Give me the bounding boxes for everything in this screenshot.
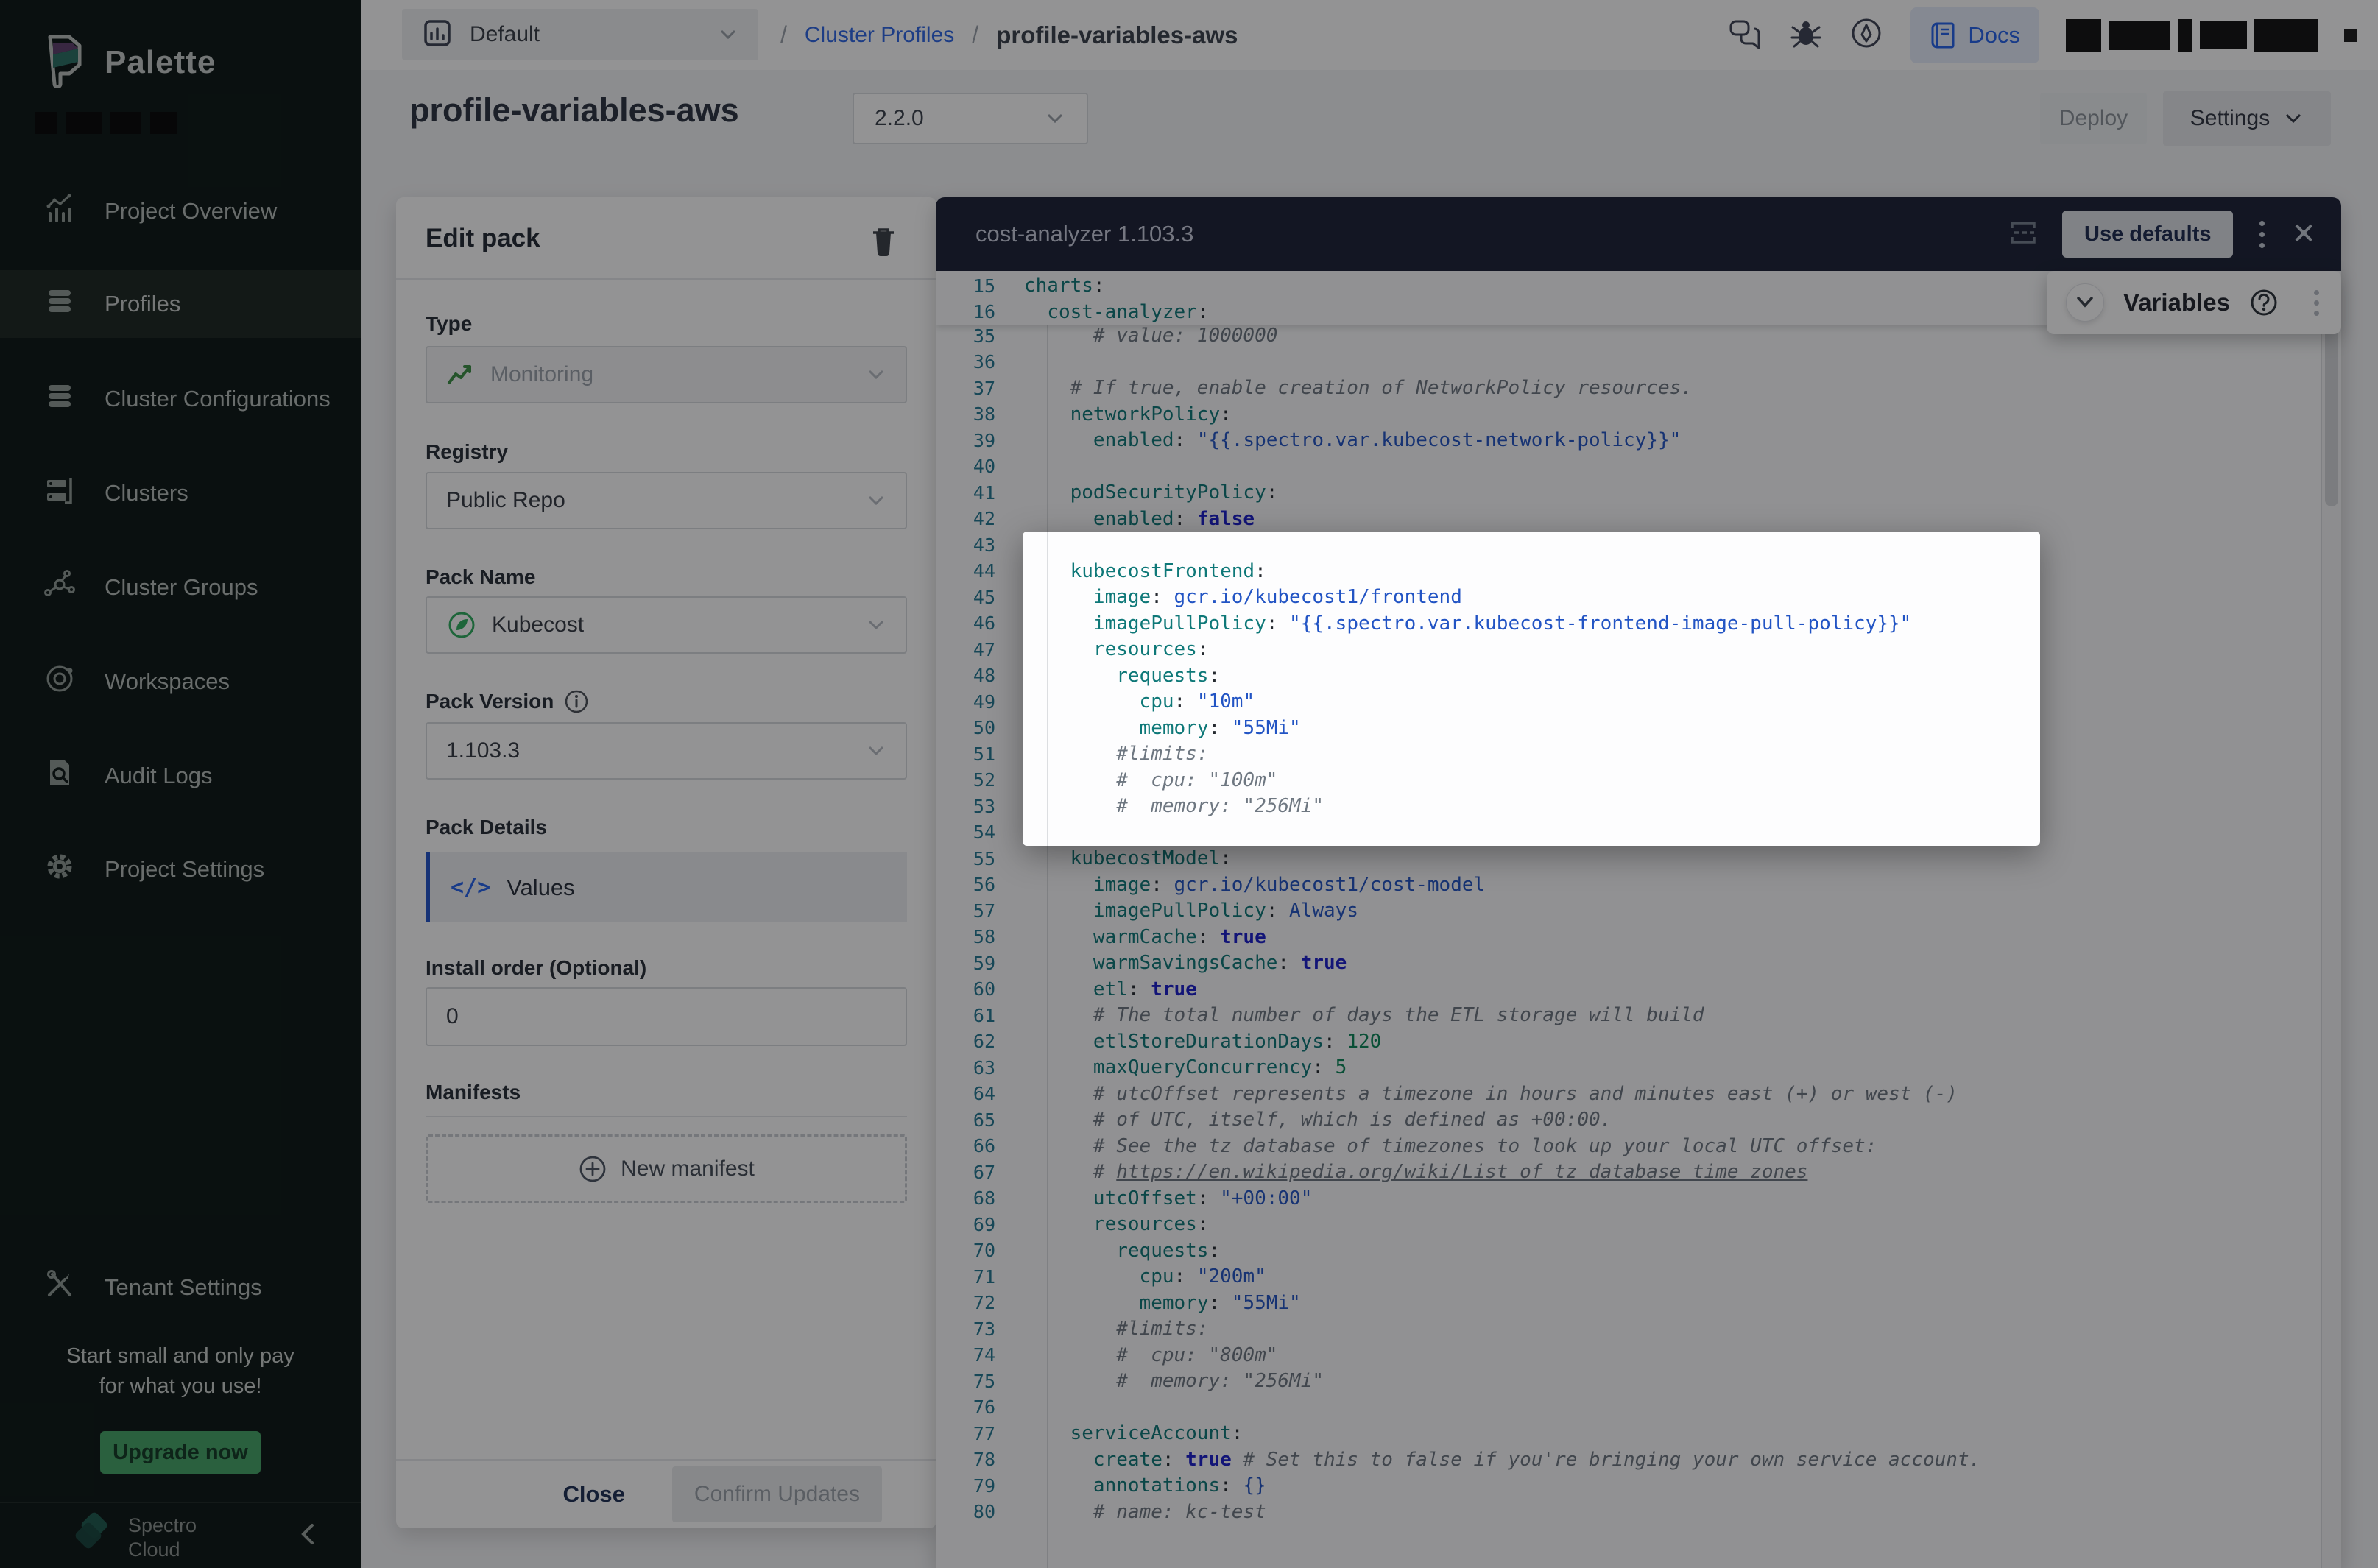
app-screen: Palette Project OverviewProfilesCluster … — [0, 0, 2378, 1568]
code-line: 44 kubecostFrontend: — [1023, 558, 2040, 585]
code-line: 46 imagePullPolicy: "{{.spectro.var.kube… — [1023, 610, 2040, 637]
code-line: 47 resources: — [1023, 636, 2040, 663]
code-line: 51 #limits: — [1023, 741, 2040, 767]
code-line: 49 cpu: "10m" — [1023, 688, 2040, 715]
code-line: 43 — [1023, 532, 2040, 558]
code-line: 54 — [1023, 819, 2040, 846]
code-line: 50 memory: "55Mi" — [1023, 715, 2040, 741]
code-line: 48 requests: — [1023, 663, 2040, 689]
code-line: 52 # cpu: "100m" — [1023, 767, 2040, 794]
code-line: 55 kubecostModel: — [1023, 845, 2040, 846]
code-line: 45 image: gcr.io/kubecost1/frontend — [1023, 584, 2040, 610]
code-line: 53 # memory: "256Mi" — [1023, 793, 2040, 819]
highlighted-code-region[interactable]: 35 # value: 10000003637 # If true, enabl… — [1023, 532, 2040, 846]
